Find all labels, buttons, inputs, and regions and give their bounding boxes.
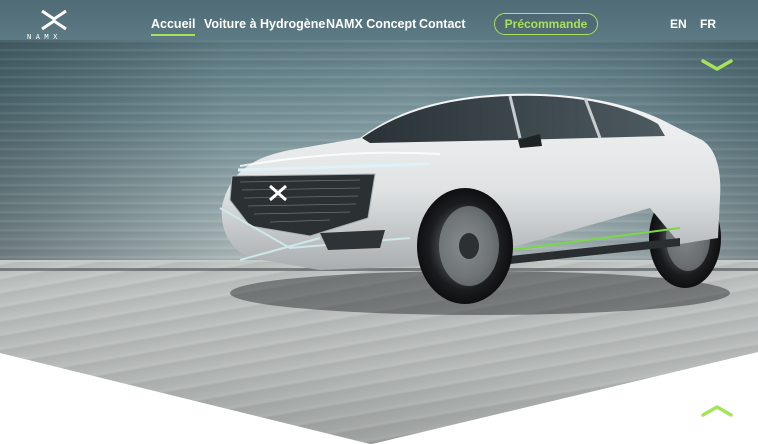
- precommande-button[interactable]: Précommande: [494, 13, 598, 35]
- lang-en[interactable]: EN: [670, 17, 687, 31]
- hero-banner: [0, 0, 758, 444]
- lang-fr[interactable]: FR: [700, 17, 716, 31]
- logo-wordmark: NAMX: [27, 33, 62, 41]
- nav-item-contact[interactable]: Contact: [419, 17, 466, 31]
- hero-car-image: [219, 93, 730, 315]
- chevron-down-icon[interactable]: [701, 58, 733, 72]
- chevron-up-icon[interactable]: [701, 404, 733, 418]
- nav-item-accueil[interactable]: Accueil: [151, 17, 196, 36]
- nav-item-namx-concept[interactable]: NAMX Concept: [326, 17, 416, 31]
- page: NAMX Accueil Voiture à Hydrogène NAMX Co…: [0, 0, 758, 444]
- nav-item-voiture-hydrogene[interactable]: Voiture à Hydrogène: [204, 17, 325, 31]
